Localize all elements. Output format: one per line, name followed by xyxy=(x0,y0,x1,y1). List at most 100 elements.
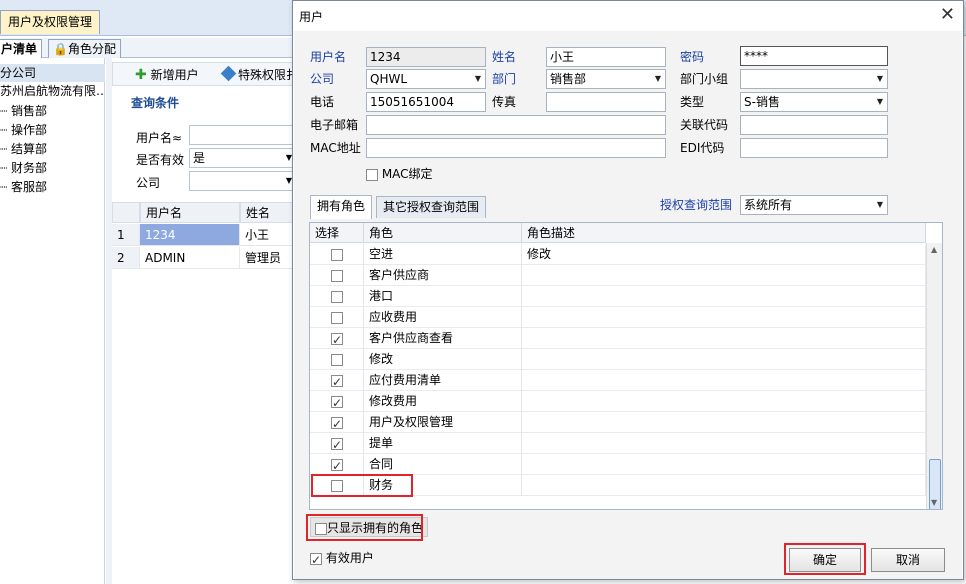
row-number: 1 xyxy=(112,224,140,246)
role-cell: 提单 xyxy=(364,433,522,454)
tree-item[interactable]: ┈ 财务部 xyxy=(0,159,105,177)
grid-header-name[interactable]: 姓名 xyxy=(240,202,300,223)
tab-owned-roles[interactable]: 拥有角色 xyxy=(310,195,373,219)
role-cell: 合同 xyxy=(364,454,522,475)
tree-item[interactable]: 苏州启航物流有限… xyxy=(0,82,105,100)
active-filter-label: 是否有效 xyxy=(136,153,185,167)
mac-bind-checkbox[interactable]: MAC绑定 xyxy=(366,164,433,184)
dialog-title: 用户 xyxy=(299,10,324,24)
name-field[interactable]: 小王 xyxy=(546,47,666,67)
table-row[interactable]: 提单 xyxy=(310,433,926,454)
checkbox[interactable] xyxy=(331,456,343,475)
highlight-ok-button xyxy=(784,543,866,575)
table-row[interactable]: 应收费用 xyxy=(310,307,926,328)
password-label: 密码 xyxy=(680,50,705,64)
checkbox[interactable] xyxy=(331,372,343,391)
query-title: 查询条件 xyxy=(131,96,180,110)
company-filter-select[interactable]: ▼ xyxy=(189,171,299,191)
cell-name: 小王 xyxy=(240,224,300,246)
table-row[interactable]: 修改 xyxy=(310,349,926,370)
special-permission-button[interactable]: 特殊权限扌 xyxy=(220,65,298,84)
user-grid: 用户名 姓名 1 1234 小王 2 ADMIN 管理员 xyxy=(112,202,300,272)
password-field[interactable]: **** xyxy=(740,46,888,66)
table-row[interactable]: 应付费用清单 xyxy=(310,370,926,391)
scroll-down-icon[interactable]: ▼ xyxy=(931,498,937,507)
email-field[interactable] xyxy=(366,115,666,135)
tab-other-scope[interactable]: 其它授权查询范围 xyxy=(376,196,487,218)
type-select[interactable]: S-销售 ▼ xyxy=(740,92,888,112)
table-row[interactable]: 客户供应商 xyxy=(310,265,926,286)
checkbox[interactable] xyxy=(331,311,343,324)
active-user-checkbox[interactable]: 有效用户 xyxy=(310,548,374,570)
close-icon[interactable]: ✕ xyxy=(940,4,955,25)
plus-icon: ✚ xyxy=(135,67,147,83)
username-field[interactable]: 1234 xyxy=(366,47,486,67)
role-desc-cell xyxy=(522,391,926,412)
tree-item[interactable]: ┈ 结算部 xyxy=(0,140,105,158)
tree-item[interactable]: ┈ 操作部 xyxy=(0,121,105,139)
scope-select[interactable]: 系统所有 ▼ xyxy=(740,195,888,215)
grid-header-select[interactable]: 选择 xyxy=(310,223,364,243)
role-desc-cell xyxy=(522,265,926,286)
select-cell xyxy=(310,349,364,370)
tab-role-assign[interactable]: 🔒角色分配 xyxy=(48,39,121,58)
checkbox[interactable] xyxy=(366,168,378,181)
row-number: 2 xyxy=(112,247,140,269)
checkbox[interactable] xyxy=(331,248,343,261)
mac-field[interactable] xyxy=(366,138,666,158)
active-filter-select[interactable]: 是 ▼ xyxy=(189,148,299,168)
group-label: 部门小组 xyxy=(680,72,729,86)
checkbox[interactable] xyxy=(331,353,343,366)
grid-header-desc[interactable]: 角色描述 xyxy=(522,223,926,243)
cancel-button[interactable]: 取消 xyxy=(871,548,945,572)
role-cell: 空进 xyxy=(364,244,522,265)
checkbox[interactable] xyxy=(331,290,343,303)
select-cell xyxy=(310,391,364,412)
tree-item[interactable]: ┈ 销售部 xyxy=(0,102,105,120)
table-row[interactable]: 空进 修改 xyxy=(310,244,926,265)
gem-icon xyxy=(220,65,237,82)
highlight-finance-row xyxy=(311,474,413,497)
checkbox[interactable] xyxy=(331,393,343,412)
checkbox[interactable] xyxy=(331,330,343,349)
group-select[interactable]: ▼ xyxy=(740,69,888,89)
table-row[interactable]: 合同 xyxy=(310,454,926,475)
company-select[interactable]: QHWL ▼ xyxy=(366,69,486,89)
add-user-button[interactable]: ✚ 新增用户 xyxy=(135,66,199,84)
checkbox[interactable] xyxy=(310,550,322,570)
phone-field[interactable]: 15051651004 xyxy=(366,92,486,112)
grid-header-username[interactable]: 用户名 xyxy=(140,202,240,223)
checkbox[interactable] xyxy=(331,414,343,433)
username-label: 用户名 xyxy=(310,50,347,64)
username-filter-input[interactable] xyxy=(189,125,299,145)
phone-label: 电话 xyxy=(310,95,335,109)
grid-corner xyxy=(112,202,140,223)
checkbox[interactable] xyxy=(331,269,343,282)
table-row[interactable]: 用户及权限管理 xyxy=(310,412,926,433)
tree-item[interactable]: ┈ 客服部 xyxy=(0,178,105,196)
table-row[interactable]: 修改费用 xyxy=(310,391,926,412)
checkbox[interactable] xyxy=(331,435,343,454)
role-cell: 用户及权限管理 xyxy=(364,412,522,433)
role-desc-cell xyxy=(522,433,926,454)
scroll-up-icon[interactable]: ▲ xyxy=(931,245,937,254)
tree-item[interactable]: 分公司 xyxy=(0,64,105,82)
lock-icon: 🔒 xyxy=(53,42,68,56)
company-filter-label: 公司 xyxy=(136,176,161,190)
tab-user-list[interactable]: 户清单 xyxy=(0,39,43,58)
scope-label: 授权查询范围 xyxy=(660,198,733,212)
table-row[interactable]: 港口 xyxy=(310,286,926,307)
edi-field[interactable] xyxy=(740,138,888,158)
sub-tab-bar: 户清单 🔒角色分配 xyxy=(0,38,300,58)
relcode-field[interactable] xyxy=(740,115,888,135)
table-row[interactable]: 客户供应商查看 xyxy=(310,328,926,349)
grid-header-role[interactable]: 角色 xyxy=(364,223,522,243)
select-cell xyxy=(310,307,364,328)
doc-tab-user-permission[interactable]: 用户及权限管理 xyxy=(0,10,101,34)
vertical-scrollbar[interactable]: ▲ ▼ xyxy=(926,243,942,509)
chevron-down-icon: ▼ xyxy=(876,200,883,209)
name-label: 姓名 xyxy=(492,50,517,64)
select-cell xyxy=(310,244,364,265)
fax-field[interactable] xyxy=(546,92,666,112)
dept-select[interactable]: 销售部 ▼ xyxy=(546,69,666,89)
